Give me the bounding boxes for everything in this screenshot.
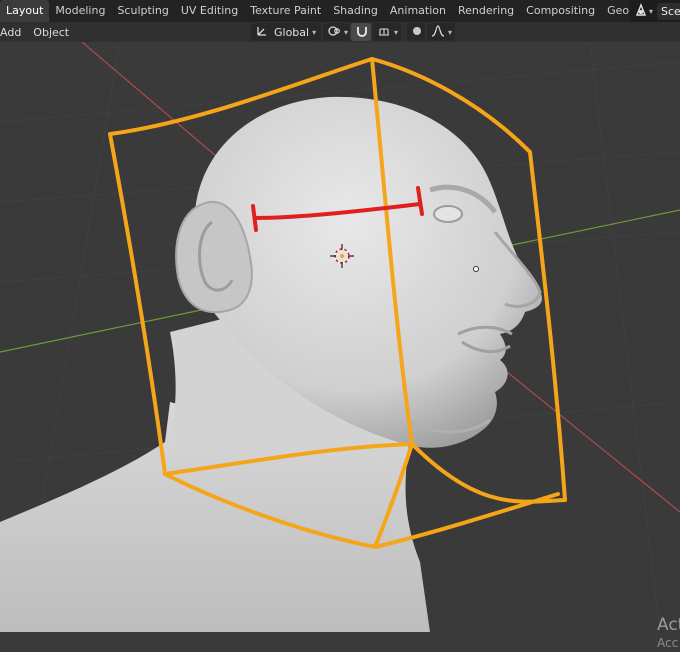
workspace-tab-bar: Layout Modeling Sculpting UV Editing Tex… (0, 0, 680, 22)
snap-increment-icon (377, 24, 391, 41)
object-origin-dot (473, 266, 479, 272)
chevron-down-icon: ▾ (344, 27, 349, 37)
3d-viewport[interactable]: Act Acc (0, 41, 680, 650)
eye (433, 205, 463, 223)
proportional-falloff-dropdown[interactable]: ▾ (427, 23, 455, 41)
transform-orientation-dropdown[interactable]: Global ▾ (251, 23, 321, 41)
watermark-line2: Acc (657, 636, 679, 650)
tab-layout[interactable]: Layout (0, 0, 50, 22)
tab-uv-editing[interactable]: UV Editing (175, 0, 244, 22)
chevron-down-icon: ▾ (649, 6, 654, 16)
tab-shading[interactable]: Shading (327, 0, 384, 22)
pivot-point-dropdown[interactable]: ▾ (323, 23, 349, 41)
tab-animation[interactable]: Animation (384, 0, 452, 22)
chevron-down-icon: ▾ (448, 27, 453, 37)
snap-toggle[interactable] (351, 23, 371, 41)
snap-target-dropdown[interactable]: ▾ (373, 23, 401, 41)
menu-add[interactable]: Add (0, 26, 27, 39)
menu-object[interactable]: Object (27, 26, 75, 39)
proportional-edit-icon (411, 25, 423, 40)
proportional-edit-toggle[interactable] (407, 23, 425, 41)
tab-compositing[interactable]: Compositing (520, 0, 601, 22)
tab-modeling[interactable]: Modeling (49, 0, 111, 22)
chevron-down-icon: ▾ (312, 27, 317, 37)
viewport-scene (0, 41, 680, 633)
viewport-header: Add Object Global ▾ ▾ ▾ ▾ (0, 22, 680, 42)
tab-sculpting[interactable]: Sculpting (111, 0, 174, 22)
tab-texture-paint[interactable]: Texture Paint (244, 0, 327, 22)
chevron-down-icon: ▾ (394, 27, 399, 37)
tab-rendering[interactable]: Rendering (452, 0, 520, 22)
scene-icon (634, 3, 648, 19)
activation-watermark: Act Acc (657, 616, 680, 652)
transform-controls: Global ▾ ▾ ▾ ▾ (251, 23, 457, 41)
falloff-curve-icon (431, 24, 445, 41)
scene-selector[interactable]: ▾ Sce (630, 0, 680, 22)
pivot-icon (327, 24, 341, 41)
magnet-icon (355, 24, 369, 41)
orientation-label: Global (274, 25, 310, 39)
scene-name[interactable]: Sce (657, 2, 680, 20)
watermark-line1: Act (657, 615, 680, 635)
orientation-icon (255, 24, 269, 41)
